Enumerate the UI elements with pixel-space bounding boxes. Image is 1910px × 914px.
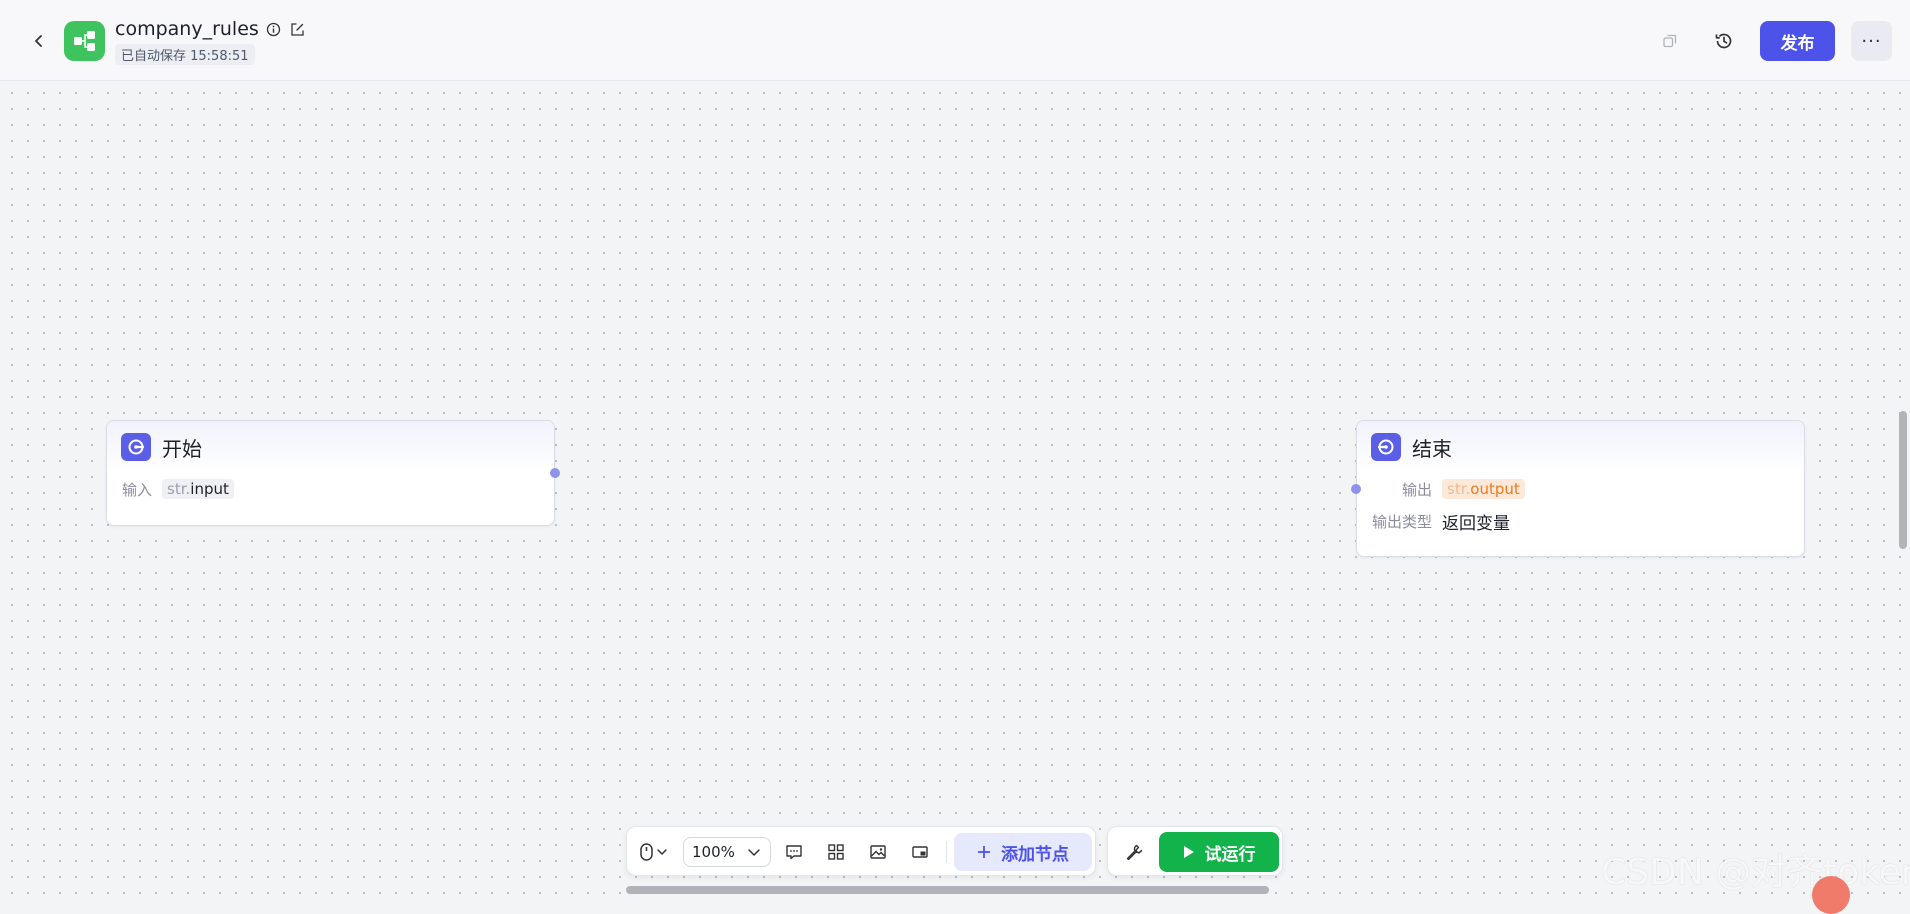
horizontal-scrollbar[interactable] xyxy=(626,886,1269,894)
test-run-label: 试运行 xyxy=(1204,844,1256,865)
input-label: 输入 xyxy=(122,480,153,499)
image-icon xyxy=(870,845,886,859)
input-variable-name: input xyxy=(190,480,229,498)
start-node-icon xyxy=(121,433,151,461)
end-node-input-port[interactable] xyxy=(1351,484,1361,494)
chevron-left-icon xyxy=(35,35,42,47)
toolbar-divider xyxy=(946,841,947,863)
output-label: 输出 xyxy=(1401,480,1432,499)
copy-icon[interactable] xyxy=(1658,29,1682,53)
mouse-icon xyxy=(640,843,667,861)
start-node-output-port[interactable] xyxy=(550,468,560,478)
output-type-label: 输出类型 xyxy=(1372,512,1433,531)
input-type-prefix: str. xyxy=(167,480,191,498)
more-options-button[interactable]: ··· xyxy=(1851,21,1892,61)
start-node-header: 开始 xyxy=(107,421,554,473)
add-node-button[interactable]: 添加节点 xyxy=(954,833,1092,871)
test-run-button[interactable]: 试运行 xyxy=(1159,832,1279,872)
settings-tool-button[interactable] xyxy=(1122,840,1146,864)
publish-button[interactable]: 发布 xyxy=(1760,21,1835,61)
comment-button[interactable] xyxy=(782,840,806,864)
history-icon[interactable] xyxy=(1712,29,1736,53)
comment-icon xyxy=(786,845,802,860)
interaction-mode-button[interactable] xyxy=(637,840,671,864)
zoom-select[interactable]: 100% xyxy=(683,837,771,867)
autosave-status-badge: 已自动保存 15:58:51 xyxy=(115,44,255,65)
title-block: company_rules 已自动保存 15:58:51 xyxy=(115,18,307,65)
start-input-row: 输入 str. input xyxy=(107,475,554,503)
output-variable-name: output xyxy=(1470,480,1520,498)
canvas-toolbar: 100% 添加节点 xyxy=(626,826,1096,876)
back-button[interactable] xyxy=(26,28,52,54)
start-node[interactable]: 开始 输入 str. input xyxy=(106,420,555,526)
end-node-title: 结束 xyxy=(1412,436,1452,461)
plus-icon xyxy=(978,846,990,858)
end-output-row: 输出 str. output xyxy=(1357,475,1804,503)
edit-icon[interactable] xyxy=(289,20,307,38)
end-node-header: 结束 xyxy=(1357,421,1804,473)
add-node-label: 添加节点 xyxy=(1001,844,1069,865)
page-title: company_rules xyxy=(115,18,259,40)
grid-layout-icon xyxy=(828,844,844,860)
end-node-icon xyxy=(1371,433,1401,461)
minimap-icon xyxy=(912,846,928,858)
image-button[interactable] xyxy=(866,840,890,864)
play-icon xyxy=(1183,846,1194,858)
input-variable-tag: str. input xyxy=(162,479,234,499)
chevron-down-icon xyxy=(746,844,762,864)
auto-layout-button[interactable] xyxy=(824,840,848,864)
vertical-scrollbar[interactable] xyxy=(1899,411,1907,549)
start-node-title: 开始 xyxy=(162,436,202,461)
end-node[interactable]: 结束 输出 str. output 输出类型 返回变量 xyxy=(1356,420,1805,557)
end-output-type-row: 输出类型 返回变量 xyxy=(1357,507,1804,535)
output-variable-tag: str. output xyxy=(1442,479,1525,499)
watermark: CSDN @对齐token xyxy=(1601,852,1910,893)
workflow-logo-icon xyxy=(64,21,105,61)
run-toolbar: 试运行 xyxy=(1107,826,1283,876)
output-type-prefix: str. xyxy=(1447,480,1471,498)
assistant-mascot-icon[interactable] xyxy=(1812,876,1850,914)
header-bar: company_rules 已自动保存 15:58:51 发布 ··· xyxy=(0,0,1910,81)
minimap-button[interactable] xyxy=(908,840,932,864)
output-type-value: 返回变量 xyxy=(1442,513,1510,534)
wrench-icon xyxy=(1126,844,1143,861)
zoom-level: 100% xyxy=(692,843,735,861)
info-icon[interactable] xyxy=(265,20,283,38)
